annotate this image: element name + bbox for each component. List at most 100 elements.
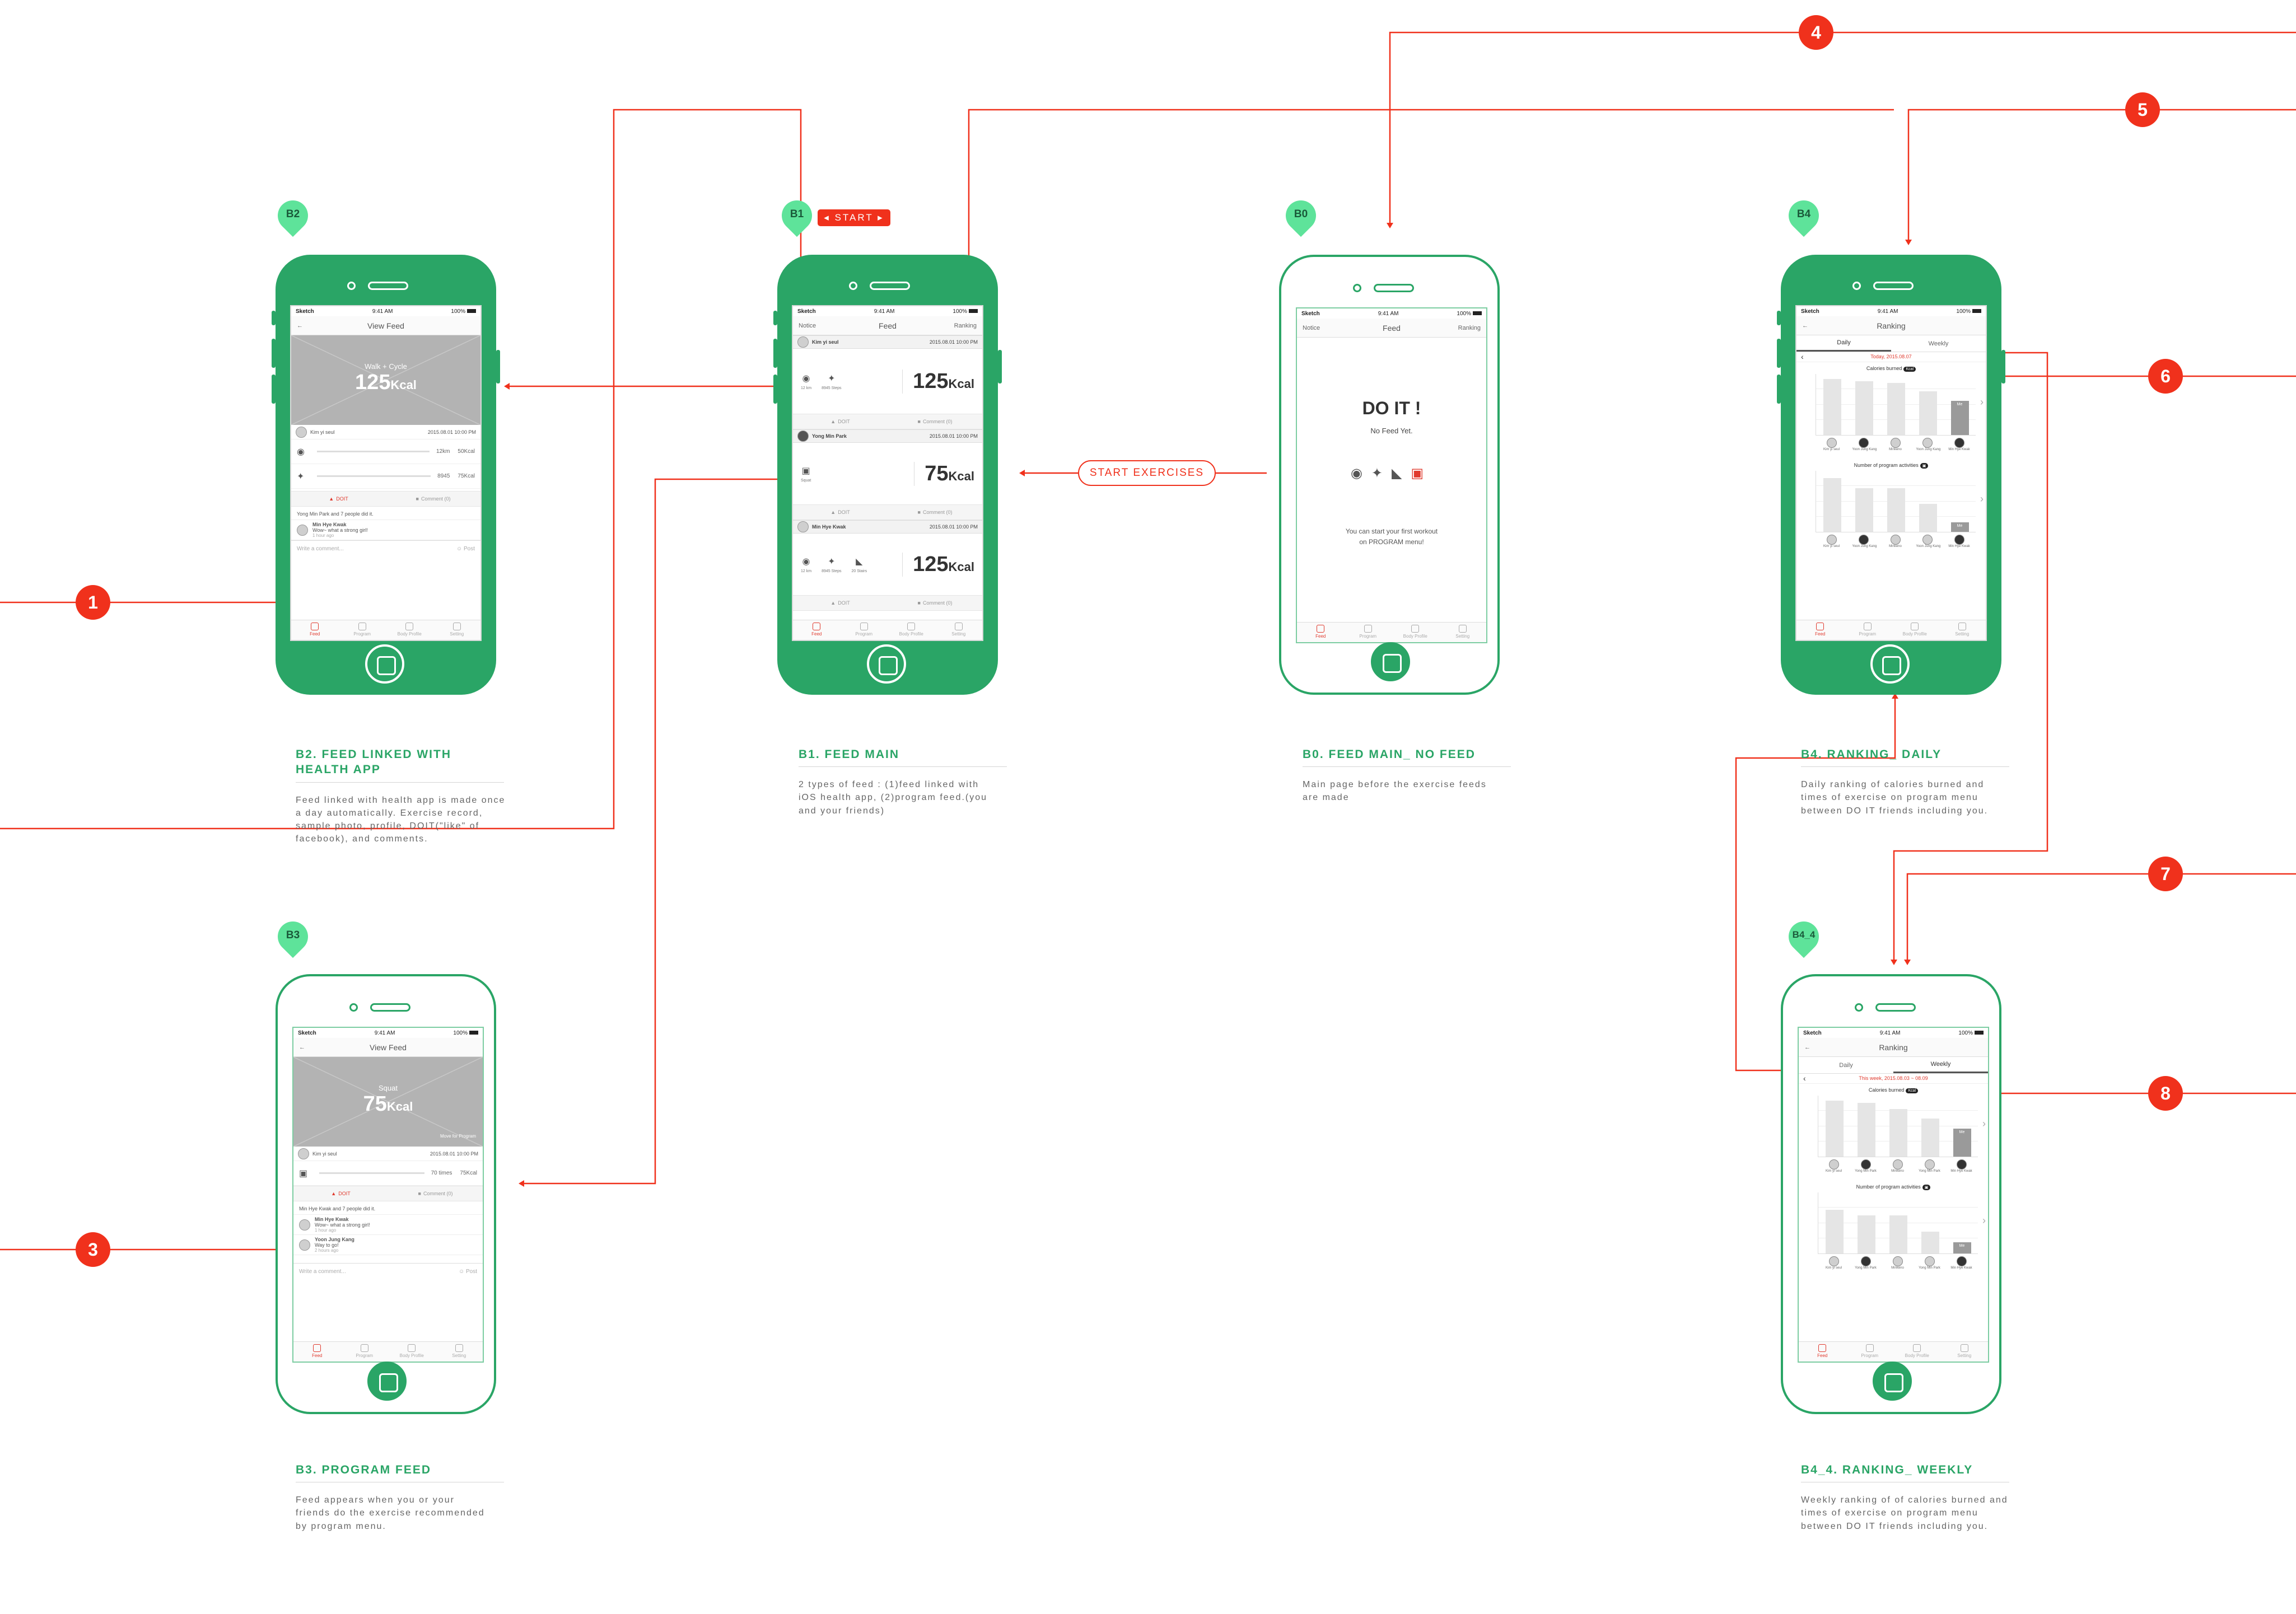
back-arrow-icon[interactable]: ←	[299, 1044, 305, 1051]
feed-card[interactable]: ▣ Squat 75Kcal	[793, 443, 982, 504]
ranking-avatar[interactable]: Kim yi seul	[1826, 1256, 1842, 1270]
ranking-avatar[interactable]: Yoon Jung Kang	[1852, 535, 1877, 548]
tab-setting[interactable]: Setting	[1941, 1342, 1989, 1362]
tab-weekly[interactable]: Weekly	[1893, 1057, 1988, 1073]
comment-input[interactable]: Write a comment... ☺ Post	[293, 1263, 483, 1280]
chevron-right-icon[interactable]: ›	[1980, 396, 1984, 408]
ranking-avatar[interactable]: Yoon Jung Kang	[1916, 438, 1940, 451]
step-marker-7: 7	[2148, 857, 2183, 891]
tab-feed[interactable]: Feed	[1796, 620, 1844, 640]
liked-by[interactable]: Yong Min Park and 7 people did it.	[291, 507, 480, 520]
ranking-avatar[interactable]: Yong Min Park	[1855, 1159, 1877, 1173]
ranking-avatar[interactable]: Minkeno	[1891, 1159, 1904, 1173]
tab-program[interactable]: Program	[1345, 623, 1392, 642]
comment-button[interactable]: ■ Comment (0)	[888, 596, 982, 610]
tab-setting[interactable]: Setting	[935, 620, 983, 640]
avatar[interactable]	[296, 426, 307, 438]
nav-bar: ← Ranking	[1796, 316, 1986, 335]
tab-program[interactable]: Program	[339, 620, 386, 640]
emoji-icon[interactable]: ☺	[459, 1269, 464, 1275]
tab-feed[interactable]: Feed	[1799, 1342, 1846, 1362]
avatar[interactable]	[298, 1148, 309, 1159]
comment-button[interactable]: ■ Comment (0)	[386, 492, 480, 506]
tab-bar: Feed Program Body Profile Setting	[293, 1341, 483, 1362]
feed-card[interactable]: ◉ 12 km ✦ 8945 Steps ◣ 20 Stairs 125Kcal	[793, 534, 982, 595]
ranking-avatar[interactable]: Minkeno	[1889, 438, 1902, 451]
avatar[interactable]	[797, 431, 809, 442]
tab-feed[interactable]: Feed	[1297, 623, 1345, 642]
liked-by[interactable]: Min Hye Kwak and 7 people did it.	[293, 1201, 483, 1215]
back-arrow-icon[interactable]: ←	[297, 322, 303, 329]
post-button[interactable]: Post	[466, 1269, 477, 1275]
tab-feed[interactable]: Feed	[793, 620, 841, 640]
doit-button[interactable]: ▲ DOIT	[793, 414, 888, 429]
ranking-avatar[interactable]: Min Hye Kwak	[1948, 438, 1970, 451]
ranking-avatar[interactable]: Min Hye Kwak	[1948, 535, 1970, 548]
emoji-icon[interactable]: ☺	[456, 546, 462, 552]
ranking-button[interactable]: Ranking	[954, 322, 977, 329]
ranking-avatar[interactable]: Kim yi seul	[1826, 1159, 1842, 1173]
tab-setting[interactable]: Setting	[1939, 620, 1986, 640]
tab-program[interactable]: Program	[1844, 620, 1892, 640]
tab-program[interactable]: Program	[841, 620, 888, 640]
ranking-avatar[interactable]: Kim yi seul	[1823, 535, 1840, 548]
post-button[interactable]: Post	[464, 546, 475, 552]
doit-button[interactable]: ▲ DOIT	[291, 492, 386, 506]
back-arrow-icon[interactable]: ←	[1804, 1044, 1810, 1051]
tab-body-profile[interactable]: Body Profile	[1893, 1342, 1941, 1362]
tab-setting[interactable]: Setting	[433, 620, 481, 640]
ranking-button[interactable]: Ranking	[1458, 325, 1481, 331]
ranking-avatar[interactable]: Yoon Jung Kang	[1852, 438, 1877, 451]
back-arrow-icon[interactable]: ←	[1802, 322, 1808, 329]
nav-bar: ← Ranking	[1799, 1038, 1988, 1057]
tab-daily[interactable]: Daily	[1796, 335, 1891, 352]
avatar[interactable]	[299, 1219, 310, 1231]
tab-body-profile[interactable]: Body Profile	[388, 1342, 436, 1362]
tab-program[interactable]: Program	[341, 1342, 389, 1362]
tab-body-profile[interactable]: Body Profile	[1891, 620, 1939, 640]
ranking-avatar[interactable]: Yong Min Park	[1855, 1256, 1877, 1270]
avatar[interactable]	[797, 336, 809, 348]
comment-button[interactable]: ■ Comment (0)	[888, 505, 982, 520]
ranking-avatar[interactable]: Min Hye Kwak	[1950, 1159, 1972, 1173]
comment-input[interactable]: Write a comment... ☺ Post	[291, 540, 480, 557]
doit-button[interactable]: ▲ DOIT	[793, 596, 888, 610]
notice-button[interactable]: Notice	[1303, 325, 1320, 331]
ranking-avatar[interactable]: Minkeno	[1891, 1256, 1904, 1270]
avatar[interactable]	[297, 524, 308, 536]
comment-button[interactable]: ■ Comment (0)	[888, 414, 982, 429]
chevron-right-icon[interactable]: ›	[1982, 1118, 1986, 1130]
comment-button[interactable]: ■ Comment (0)	[388, 1186, 483, 1201]
chevron-right-icon[interactable]: ›	[1980, 493, 1984, 505]
tab-body-profile[interactable]: Body Profile	[386, 620, 433, 640]
ranking-avatar[interactable]: Min Hye Kwak	[1950, 1256, 1972, 1270]
tab-weekly[interactable]: Weekly	[1891, 335, 1986, 352]
avatar[interactable]	[797, 521, 809, 532]
tab-program[interactable]: Program	[1846, 1342, 1894, 1362]
tab-body-profile[interactable]: Body Profile	[888, 620, 935, 640]
ranking-avatar[interactable]: Yong Min Park	[1919, 1256, 1940, 1270]
tab-setting[interactable]: Setting	[1439, 623, 1487, 642]
start-exercises-button[interactable]: START EXERCISES	[1078, 460, 1216, 486]
doit-button[interactable]: ▲ DOIT	[293, 1186, 388, 1201]
avatar[interactable]	[299, 1239, 310, 1251]
chevron-right-icon[interactable]: ›	[1982, 1215, 1986, 1227]
tab-feed[interactable]: Feed	[291, 620, 339, 640]
feed-card[interactable]: ◉ 12 km ✦ 8945 Steps 125Kcal	[793, 349, 982, 414]
date-selector[interactable]: This week, 2015.08.03 ~ 08.09	[1799, 1074, 1988, 1084]
tab-daily[interactable]: Daily	[1799, 1057, 1893, 1073]
program-link[interactable]: Move for Program	[440, 1134, 476, 1139]
ranking-avatar[interactable]: Yoon Jung Kang	[1916, 535, 1940, 548]
date-selector[interactable]: Today, 2015.08.07	[1796, 352, 1986, 362]
tab-body-profile[interactable]: Body Profile	[1392, 623, 1439, 642]
empty-heading: DO IT !	[1362, 398, 1421, 418]
notice-button[interactable]: Notice	[799, 322, 816, 329]
comment-icon: ■	[418, 1191, 421, 1196]
ranking-avatar[interactable]: Minkeno	[1889, 535, 1902, 548]
ranking-avatar[interactable]: Kim yi seul	[1823, 438, 1840, 451]
doit-button[interactable]: ▲ DOIT	[793, 505, 888, 520]
tab-feed[interactable]: Feed	[293, 1342, 341, 1362]
ranking-avatar[interactable]: Yong Min Park	[1919, 1159, 1940, 1173]
tab-setting[interactable]: Setting	[436, 1342, 483, 1362]
nav-bar: Notice Feed Ranking	[1297, 319, 1486, 338]
